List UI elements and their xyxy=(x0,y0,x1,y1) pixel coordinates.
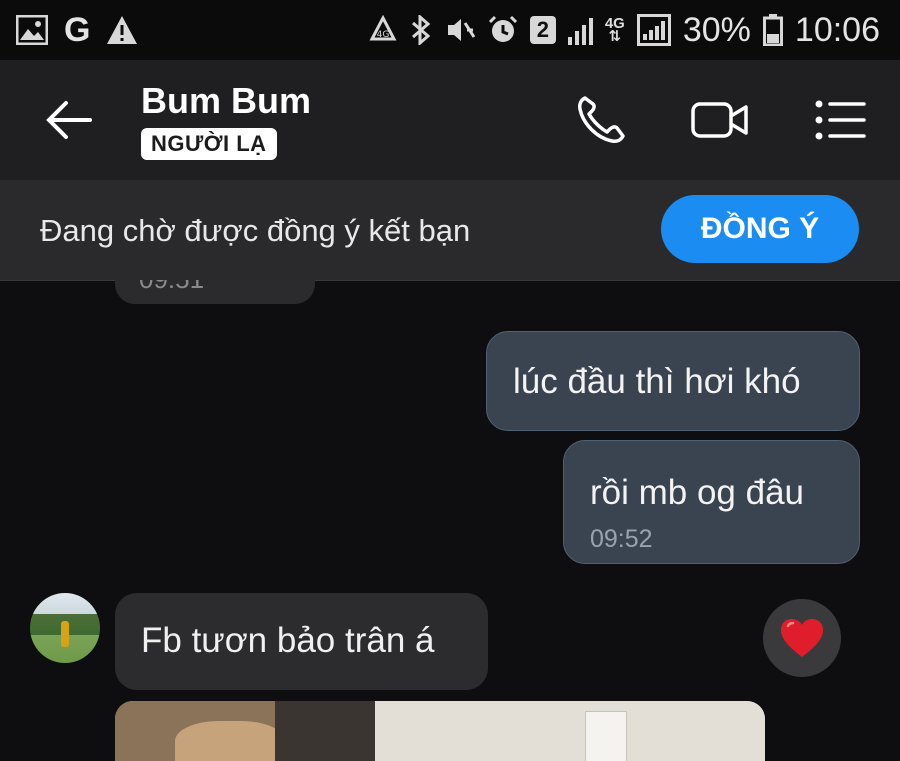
message-text: rồi mb og đâu xyxy=(590,473,805,512)
accept-button[interactable]: ĐỒNG Ý xyxy=(661,195,859,263)
message-time: 09:52 xyxy=(590,525,653,553)
sim-2-icon: 2 xyxy=(529,16,556,44)
signal-icon xyxy=(567,15,593,45)
reaction-button[interactable] xyxy=(763,599,841,677)
message-text: Fb tươn bảo trân á xyxy=(141,621,435,660)
chat-header: Bum Bum NGƯỜI LẠ xyxy=(0,60,900,180)
battery-icon xyxy=(762,14,783,46)
friend-request-text: Đang chờ được đồng ý kết bạn xyxy=(40,213,471,248)
google-g-icon: G xyxy=(64,11,91,49)
battery-percent: 30% xyxy=(682,11,751,49)
contact-name[interactable]: Bum Bum xyxy=(141,80,311,122)
outgoing-message[interactable]: rồi mb og đâu 09:52 xyxy=(563,440,860,564)
bluetooth-icon xyxy=(411,15,431,45)
heart-icon xyxy=(781,619,823,657)
friend-request-bar: Đang chờ được đồng ý kết bạn ĐỒNG Ý xyxy=(0,180,900,281)
outgoing-message[interactable]: lúc đầu thì hơi khó xyxy=(486,331,860,431)
menu-list-icon[interactable] xyxy=(810,90,870,150)
image-message[interactable] xyxy=(115,701,765,761)
image-icon xyxy=(16,15,48,45)
data-saver-icon: 4G xyxy=(369,15,397,41)
status-left-icons: G xyxy=(16,12,138,48)
message-time: 09:51 xyxy=(139,280,204,295)
message-text: lúc đầu thì hơi khó xyxy=(513,362,801,401)
vibrate-icon xyxy=(447,19,476,41)
incoming-message[interactable]: Fb tươn bảo trân á xyxy=(115,593,488,690)
status-bar: G 4G 2 4G ⇅ 30% 10:06 xyxy=(0,0,900,60)
previous-message-bubble: 09:51 xyxy=(115,280,315,304)
video-icon[interactable] xyxy=(690,90,750,150)
back-arrow-icon[interactable] xyxy=(40,90,100,150)
signal-full-icon xyxy=(636,14,671,46)
alarm-icon xyxy=(488,15,517,42)
4g-icon: 4G ⇅ xyxy=(604,15,625,45)
clock: 10:06 xyxy=(794,11,880,49)
svg-text:4G: 4G xyxy=(376,30,389,40)
status-right-icons: 4G 2 4G ⇅ 30% 10:06 xyxy=(368,8,880,52)
warning-icon xyxy=(107,16,138,44)
avatar[interactable] xyxy=(30,593,100,663)
stranger-badge: NGƯỜI LẠ xyxy=(141,128,277,160)
phone-icon[interactable] xyxy=(571,90,631,150)
